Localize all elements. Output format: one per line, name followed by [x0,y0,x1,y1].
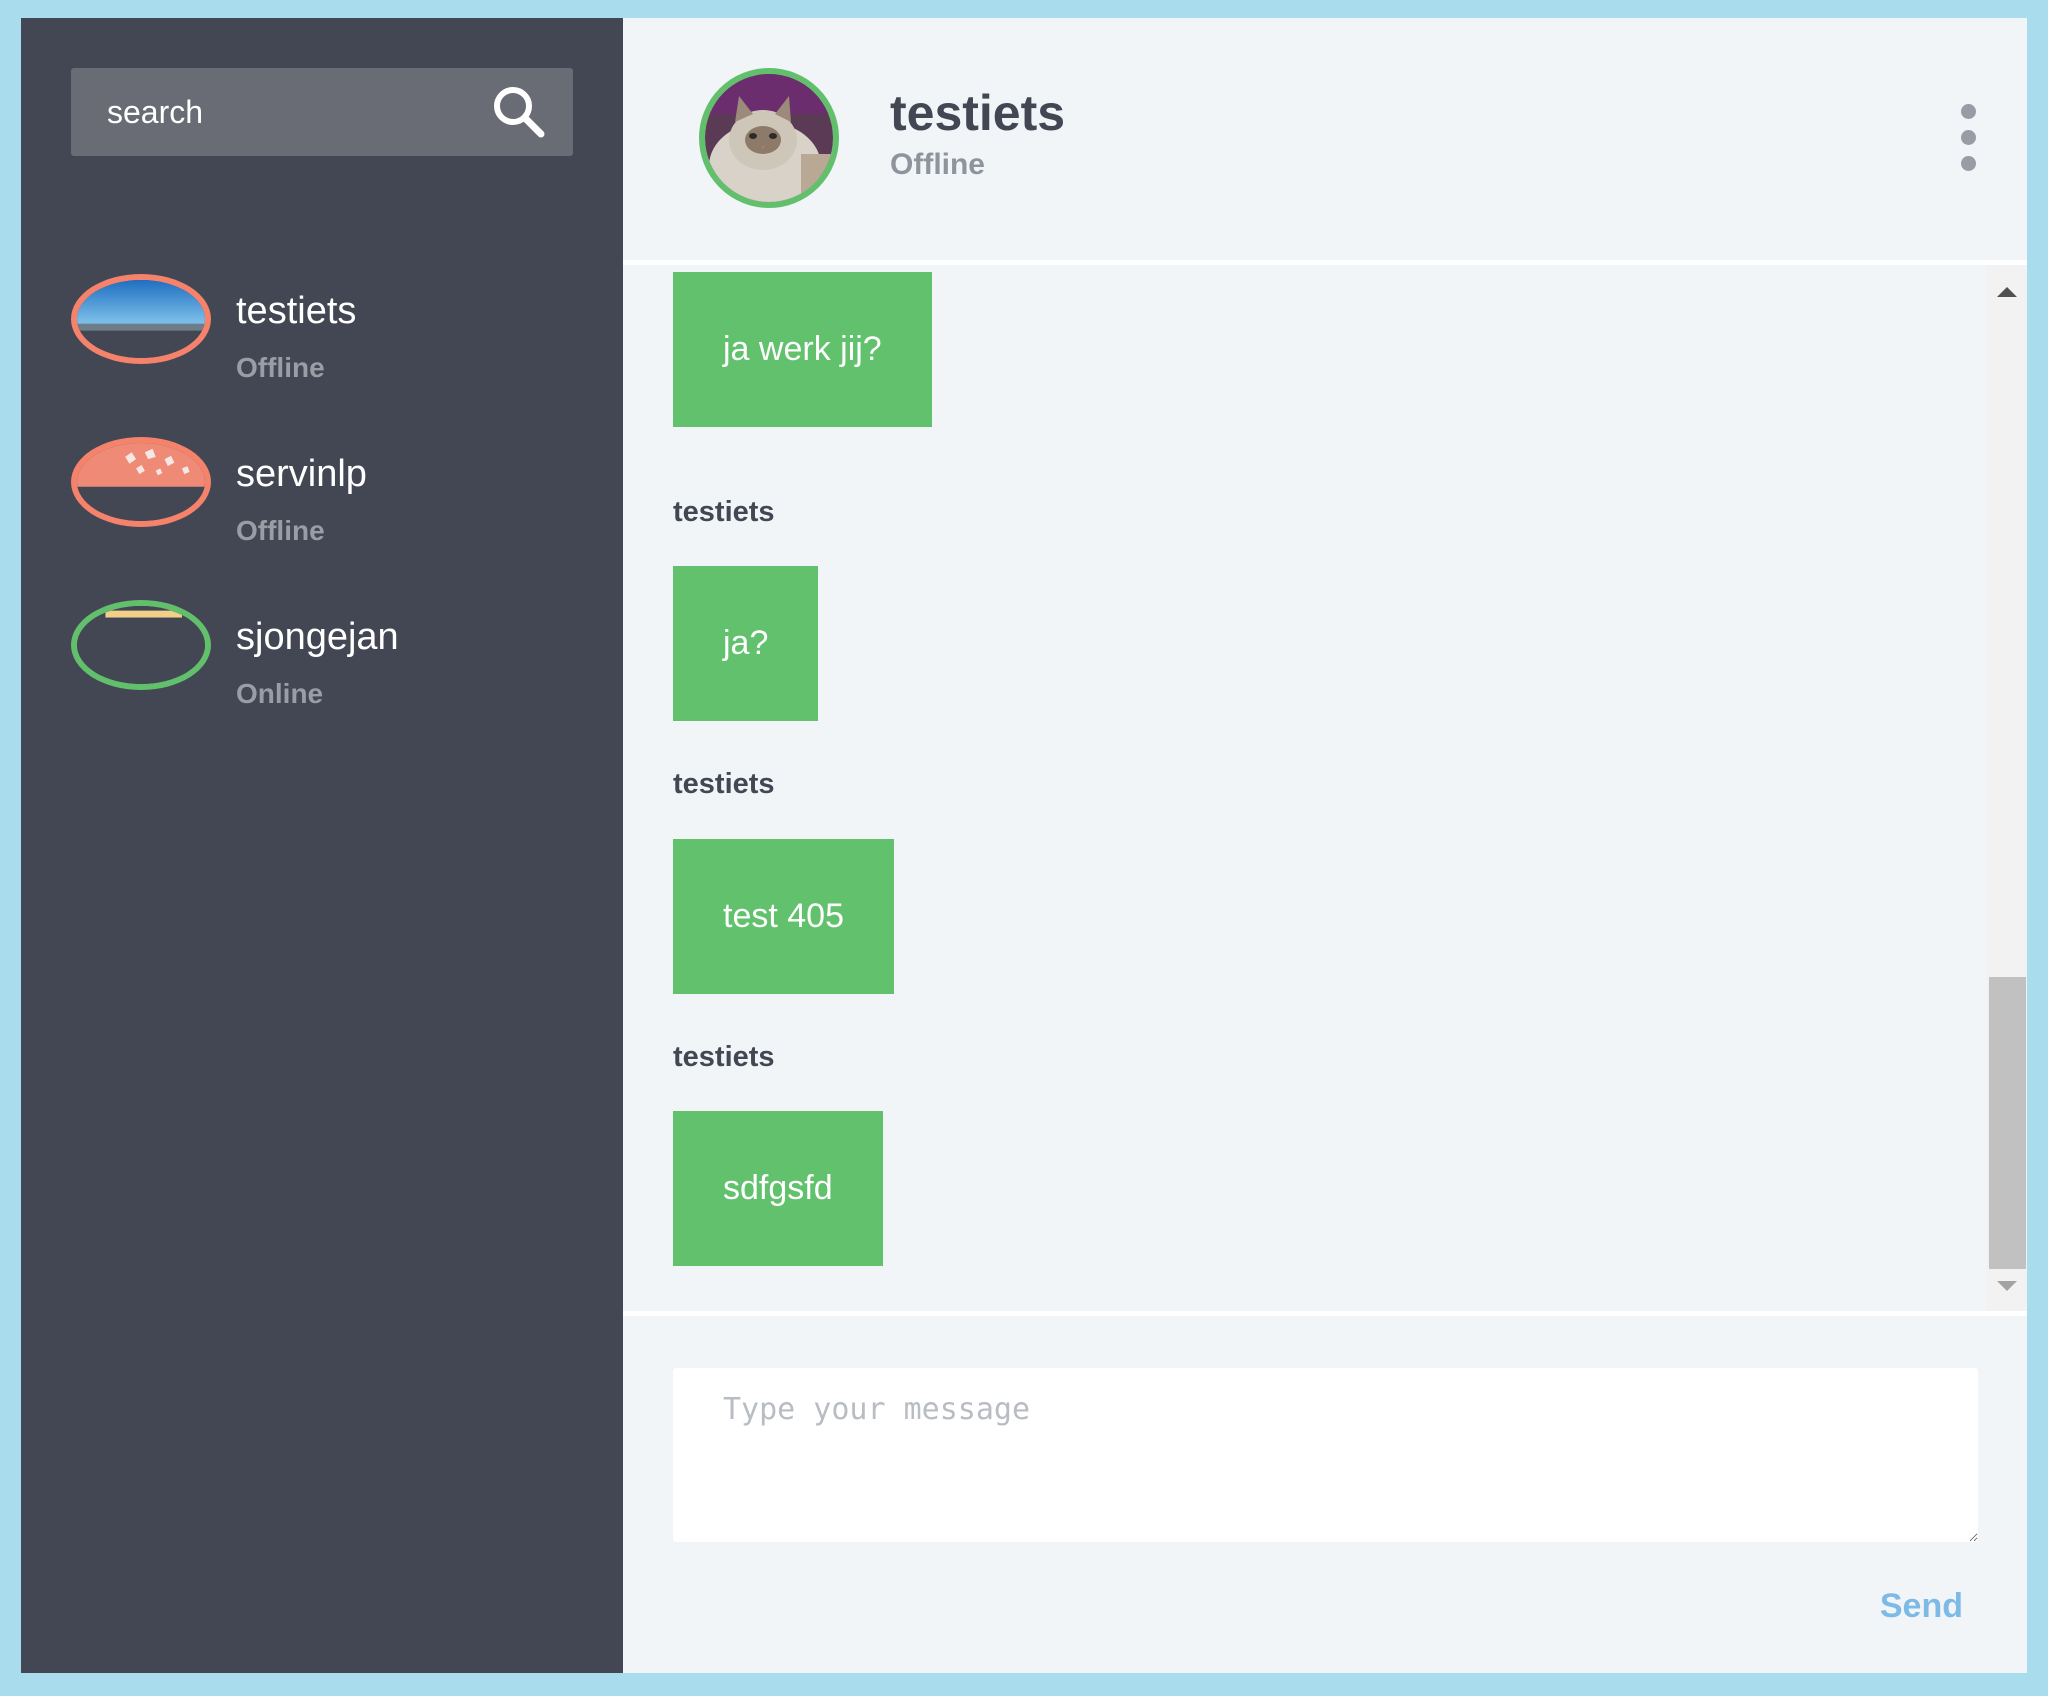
avatar [699,68,839,208]
dot-icon [1961,104,1976,119]
scroll-down-arrow-icon[interactable] [1997,1281,2017,1291]
message-input[interactable] [673,1368,1978,1542]
more-options-button[interactable] [1953,104,1983,194]
search-input[interactable] [107,68,487,156]
contact-name: servinlp [236,453,367,495]
message-bubble: ja werk jij? [673,272,932,427]
dot-icon [1961,130,1976,145]
chat-title: testiets [890,85,1066,141]
avatar [71,600,211,690]
contact-status: Offline [236,515,325,546]
message-list[interactable]: ja werk jij? testiets ja? testiets test … [623,265,2027,1311]
message-bubble: test 405 [673,839,894,994]
scroll-thumb[interactable] [1989,977,2026,1269]
contact-name: testiets [236,290,357,332]
chat-status: Offline [890,148,985,181]
cat-avatar-image [705,74,833,202]
search-box [71,68,573,156]
message-bubble: ja? [673,566,819,721]
contact-status: Online [236,678,324,709]
message-sender: testiets [673,768,775,800]
message-bubble: sdfgsfd [673,1111,883,1266]
avatar-image [77,606,205,684]
contact-list: testiets Offline servinlp Offline sjonge… [21,254,623,743]
scrollbar[interactable] [1987,265,2027,1311]
scroll-up-arrow-icon[interactable] [1997,287,2017,297]
contact-status: Offline [236,352,325,383]
dot-icon [1961,156,1976,171]
contact-item-sjongejan[interactable]: sjongejan Online [21,580,623,743]
avatar [71,437,211,527]
sidebar: testiets Offline servinlp Offline [21,18,623,1673]
chat-header: testiets Offline [623,18,2027,265]
message-composer: Send [623,1311,2027,1673]
avatar-image [77,280,205,358]
message-sender: testiets [673,1041,775,1073]
avatar [71,274,211,364]
chat-app: testiets Offline servinlp Offline [21,18,2027,1673]
avatar-image [77,443,205,521]
message-sender: testiets [673,496,775,528]
chat-panel: testiets Offline ja werk jij? testiets j… [623,18,2027,1673]
search-icon[interactable] [489,82,549,142]
contact-item-testiets[interactable]: testiets Offline [21,254,623,417]
send-button[interactable]: Send [1880,1587,1963,1626]
contact-item-servinlp[interactable]: servinlp Offline [21,417,623,580]
contact-name: sjongejan [236,616,399,658]
